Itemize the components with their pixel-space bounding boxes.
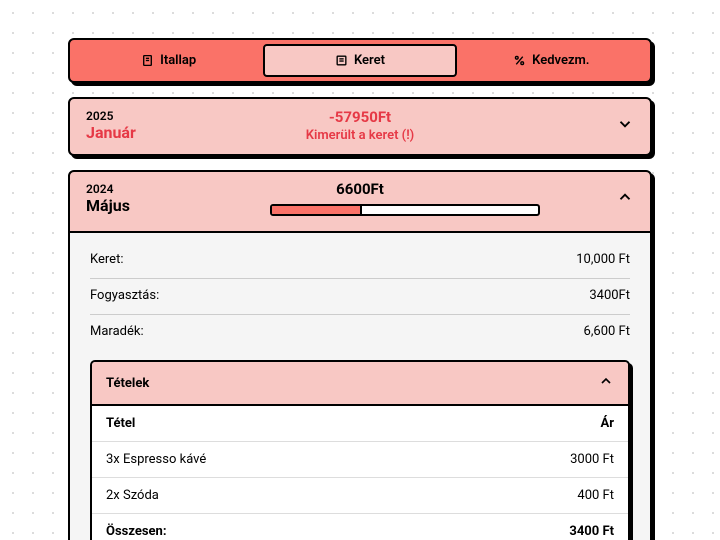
budget-warning: Kimerült a keret (!) — [306, 128, 414, 143]
tab-budget-label: Keret — [354, 53, 385, 68]
tab-menu-label: Itallap — [160, 53, 196, 68]
chevron-up-icon — [598, 373, 614, 389]
item-name: 2x Szóda — [106, 488, 159, 503]
period-month: Január — [86, 123, 166, 142]
tab-budget[interactable]: Keret — [263, 44, 456, 77]
file-icon — [141, 54, 154, 67]
expand-button[interactable] — [616, 115, 634, 137]
items-title: Tételek — [106, 376, 149, 391]
stat-value-consumed: 3400Ft — [589, 288, 630, 303]
period-year: 2024 — [86, 182, 166, 196]
stat-label-remaining: Maradék: — [90, 324, 144, 339]
chevron-up-icon — [616, 188, 634, 206]
tab-discount-label: Kedvezm. — [532, 53, 589, 68]
collapse-button[interactable] — [616, 188, 634, 210]
tab-menu[interactable]: Itallap — [74, 44, 263, 77]
stat-value-budget: 10,000 Ft — [576, 252, 630, 267]
view-tabs: Itallap Keret Kedvezm. — [68, 38, 652, 83]
item-price: 3000 Ft — [570, 452, 614, 467]
chevron-down-icon — [616, 115, 634, 133]
item-price: 400 Ft — [577, 488, 614, 503]
stat-label-budget: Keret: — [90, 252, 123, 267]
col-price: Ár — [601, 416, 615, 431]
items-collapse-button[interactable] — [598, 373, 614, 393]
stat-value-remaining: 6,600 Ft — [584, 324, 630, 339]
items-row: 2x Szóda 400 Ft — [92, 478, 628, 514]
period-card-jan: 2025 Január -57950Ft Kimerült a keret (!… — [68, 97, 652, 156]
period-amount: 6600Ft — [336, 180, 384, 198]
period-year: 2025 — [86, 109, 166, 123]
items-row: 3x Espresso kávé 3000 Ft — [92, 442, 628, 478]
stat-label-consumed: Fogyasztás: — [90, 288, 159, 303]
list-icon — [335, 54, 348, 67]
tab-discount[interactable]: Kedvezm. — [457, 44, 646, 77]
percent-icon — [513, 54, 526, 67]
period-amount: -57950Ft — [329, 108, 391, 126]
item-name: 3x Espresso kávé — [106, 452, 206, 467]
period-card-may: 2024 Május 6600Ft Keret: 10,000 Ft Fogya… — [68, 170, 652, 540]
budget-progress-fill — [272, 206, 362, 214]
period-month: Május — [86, 196, 166, 215]
budget-progress — [270, 204, 540, 216]
col-item: Tétel — [106, 416, 135, 431]
items-total-label: Összesen: — [106, 524, 167, 539]
items-total-value: 3400 Ft — [569, 524, 614, 539]
items-panel: Tételek Tétel Ár 3x Espresso kávé 3000 F… — [90, 360, 630, 540]
